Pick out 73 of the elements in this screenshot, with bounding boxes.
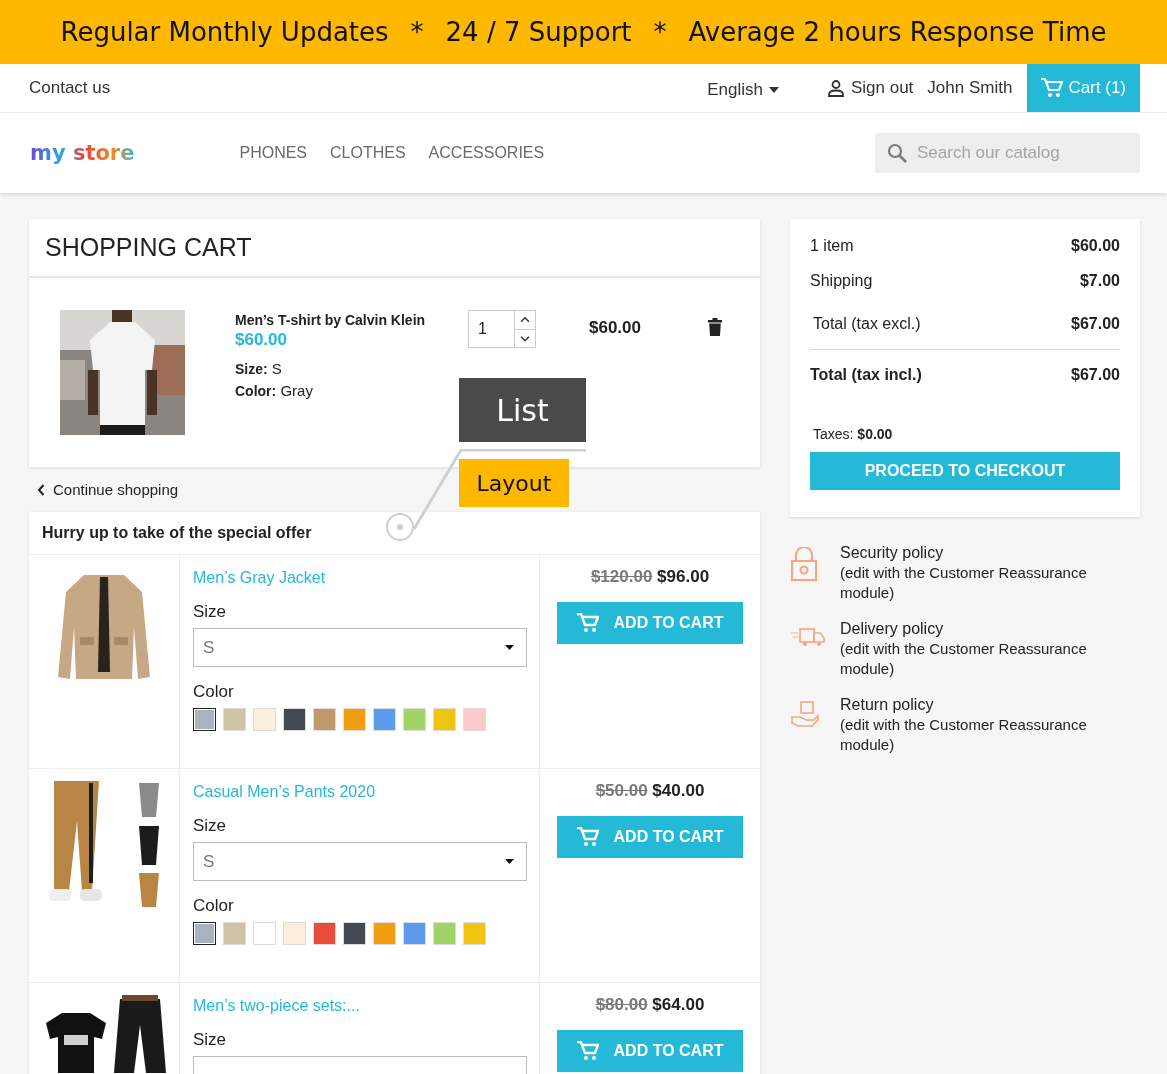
attribute-label: Size: (235, 361, 268, 377)
caret-icon (768, 87, 779, 93)
hand-box-icon (790, 699, 822, 729)
summary-label: 1 item (810, 237, 854, 255)
search-icon (887, 143, 907, 163)
menu-item[interactable]: CLOTHES (330, 144, 406, 162)
cart-icon (576, 827, 599, 847)
policy-text: (edit with the Customer Reassurance module) (840, 563, 1088, 603)
contact-link[interactable]: Contact us (29, 78, 111, 98)
promo-text: * (653, 17, 667, 47)
summary-value: $60.00 (1071, 237, 1120, 255)
product-name[interactable]: Men’s T-shirt by Calvin Klein (235, 312, 463, 328)
sale-price: $96.00 (657, 567, 710, 586)
chevron-left-icon (37, 483, 45, 496)
menu-item[interactable]: PHONES (239, 144, 308, 162)
language-dropdown[interactable]: English (707, 80, 779, 100)
policy-title: Security policy (840, 543, 944, 563)
policy-text: (edit with the Customer Reassurance module) (840, 639, 1088, 679)
padlock-icon (790, 547, 818, 581)
summary-label: Total (tax excl.) (813, 315, 921, 333)
old-price: $120.00 (590, 567, 653, 586)
sale-price: $40.00 (652, 781, 705, 800)
offer-title: Hurry up to take of the special offer (29, 512, 760, 555)
annotation-tag: Layout (459, 459, 569, 507)
old-price: $80.00 (595, 995, 648, 1014)
size-label: Size (193, 1030, 228, 1050)
policy-title: Return policy (840, 695, 934, 715)
product-name[interactable]: Men’s Gray Jacket (193, 569, 527, 587)
sale-price: $64.00 (652, 995, 705, 1014)
cart-title: SHOPPING CART (29, 219, 760, 278)
promo-text: * (410, 17, 424, 47)
color-swatch[interactable] (193, 708, 216, 731)
color-label: Color (193, 896, 235, 916)
attribute-value: Gray (280, 382, 313, 399)
color-label: Color (193, 682, 235, 702)
line-total: $60.00 (589, 318, 641, 338)
caret-icon (505, 645, 514, 650)
promo-text: Average 2 hours Response Time (688, 17, 1107, 47)
policy-text: (edit with the Customer Reassurance module) (840, 715, 1088, 755)
annotation-label: List (459, 378, 586, 442)
attribute-value: S (271, 360, 282, 377)
summary-label: Shipping (810, 272, 873, 290)
size-label: Size (193, 602, 228, 622)
summary-label: Total (tax incl.) (810, 366, 922, 384)
attribute-label: Color: (235, 383, 277, 399)
trash-icon[interactable] (708, 318, 722, 336)
quantity-spinner[interactable]: 1 (468, 310, 536, 348)
promo-text: Regular Monthly Updates (60, 17, 389, 47)
cart-icon (576, 1041, 599, 1061)
cart-icon (576, 613, 599, 633)
policy-title: Delivery policy (840, 619, 944, 639)
search-field[interactable]: Search our catalog (875, 133, 1140, 173)
menu-item[interactable]: ACCESSORIES (428, 144, 545, 162)
promo-text: 24 / 7 Support (445, 17, 632, 47)
caret-icon (505, 859, 514, 864)
taxes-label: Taxes: (813, 426, 854, 442)
size-select[interactable]: S (193, 628, 527, 667)
continue-shopping-link[interactable]: Continue shopping (29, 467, 179, 512)
summary-value: $7.00 (1079, 272, 1120, 290)
summary-value: $67.00 (1071, 366, 1120, 384)
product-price: $60.00 (235, 330, 288, 350)
summary-value: $67.00 (1071, 315, 1120, 333)
product-name[interactable]: Men’s two-piece sets:... (193, 997, 527, 1015)
taxes-value: $0.00 (857, 426, 893, 442)
old-price: $50.00 (595, 781, 648, 800)
size-label: Size (193, 816, 228, 836)
size-select[interactable]: S (193, 842, 527, 881)
product-name[interactable]: Casual Men’s Pants 2020 (193, 783, 527, 801)
cart-icon (1041, 78, 1064, 98)
sign-out-link[interactable]: Sign out (826, 78, 914, 98)
color-swatch[interactable] (193, 922, 216, 945)
account-link[interactable]: John Smith (927, 78, 1013, 98)
user-icon (826, 79, 845, 97)
